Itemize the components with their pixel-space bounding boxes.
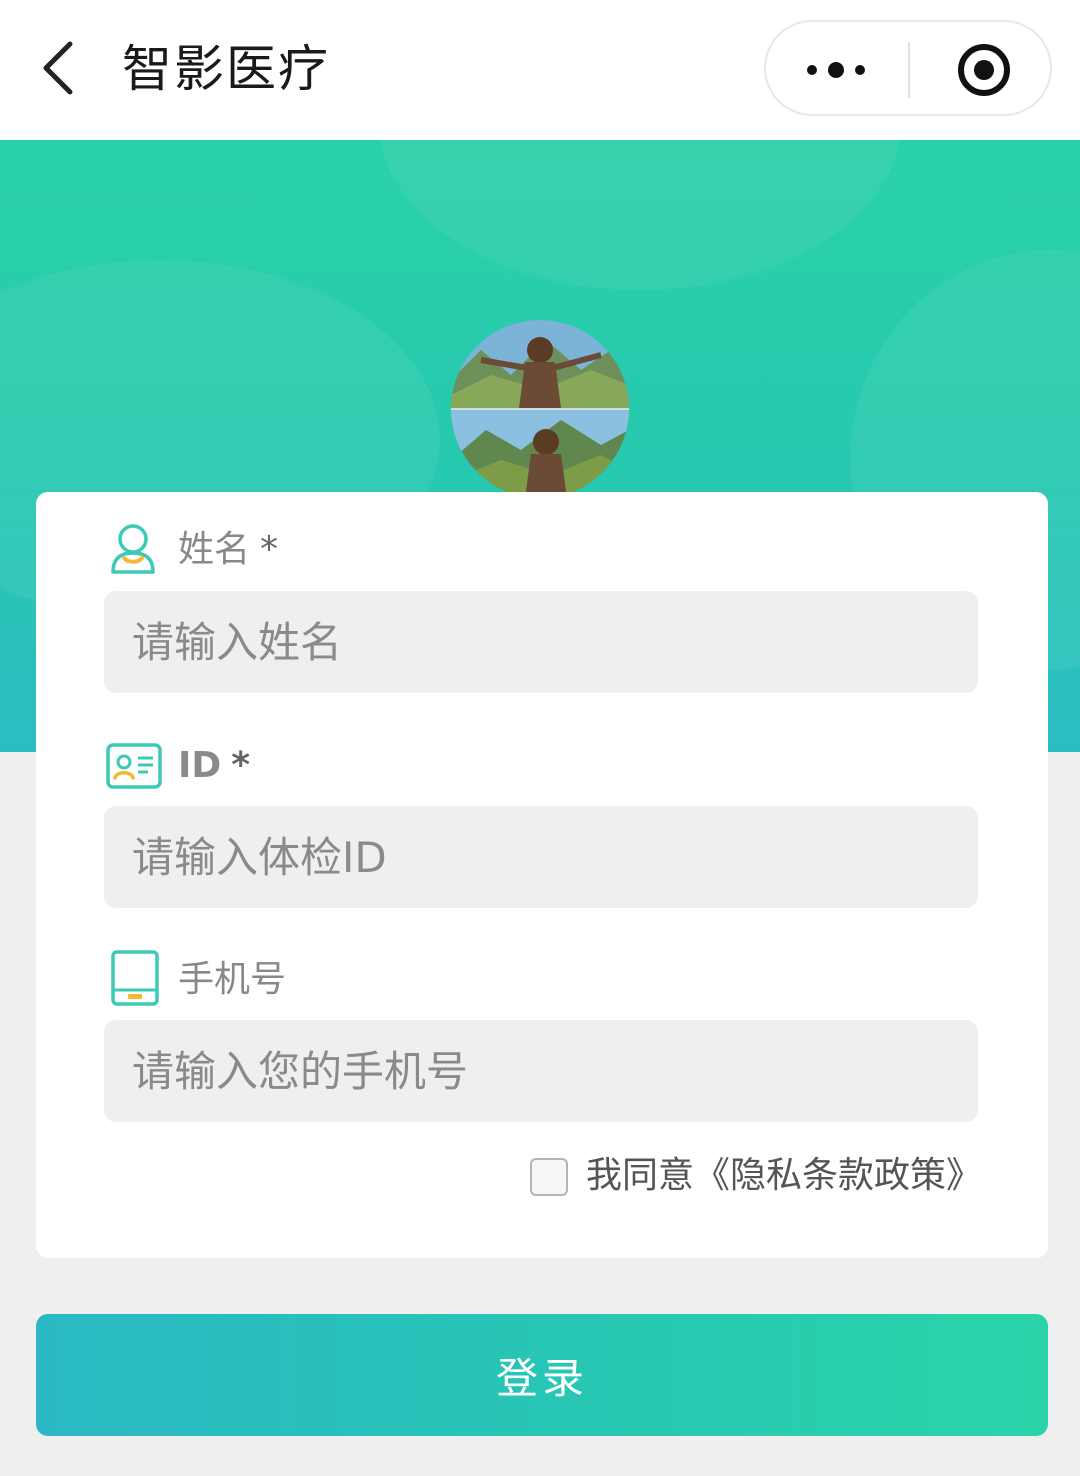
name-input[interactable] [104,591,978,693]
name-label: 姓名 * [178,528,278,572]
name-label-text: 姓名 [178,529,251,570]
background-blob [380,140,900,290]
avatar-image[interactable] [451,320,629,498]
privacy-agreement-text[interactable]: 我同意《隐私条款政策》 [586,1154,982,1198]
nav-bar: 智影医疗 [0,0,1080,140]
login-form-card: 姓名* ID* 手机号 我同意《隐私条款政策》 [36,492,1048,1258]
phone-label: 手机号 [178,959,287,1000]
exam-id-input[interactable] [104,806,978,908]
id-label-text: ID [178,745,222,786]
more-dots-icon[interactable] [804,56,868,84]
mini-program-capsule [764,20,1052,116]
phone-input[interactable] [104,1020,978,1122]
required-asterisk: * [231,745,251,786]
user-icon [111,524,155,574]
target-circle-icon[interactable] [956,42,1012,98]
chevron-left-icon[interactable] [38,40,82,96]
tablet-icon [111,950,159,1006]
capsule-divider [908,42,910,98]
login-button[interactable]: 登录 [36,1314,1048,1436]
id-card-icon [106,743,162,789]
agree-checkbox[interactable] [530,1158,568,1196]
required-asterisk: * [260,529,279,570]
page-title: 智影医疗 [122,40,330,98]
id-label: ID * [178,744,250,788]
